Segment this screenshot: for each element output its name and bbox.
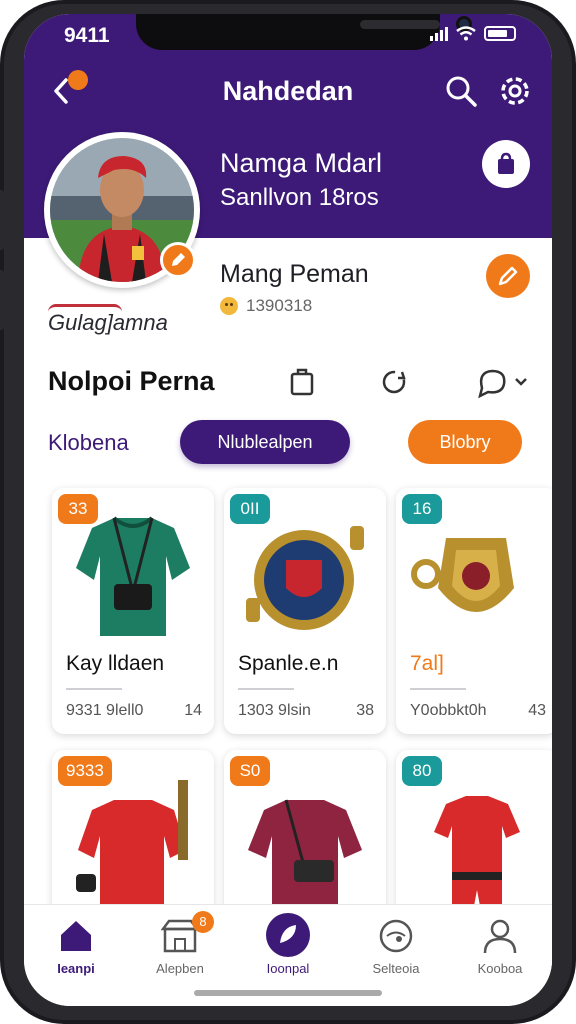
item-card[interactable]: 16 7al] Y0obbkt0h 43	[396, 488, 552, 734]
card-count: 14	[184, 702, 202, 719]
profile-stat: 1390318	[220, 296, 312, 316]
user-icon	[483, 919, 517, 954]
globe-icon	[379, 919, 413, 953]
tab-store[interactable]: 8 Alepben	[132, 905, 228, 995]
refresh-icon[interactable]	[378, 366, 410, 398]
battery-icon	[484, 26, 516, 41]
avatar-edit-button[interactable]	[160, 242, 196, 278]
pencil-icon	[498, 266, 518, 286]
card-badge: 33	[58, 494, 98, 524]
status-icons	[430, 26, 516, 41]
profile-subtitle: Sanllvon 18ros	[220, 184, 379, 211]
divider	[66, 688, 122, 690]
shield-badge-icon	[411, 538, 514, 612]
tab-label: Kooboa	[477, 961, 523, 976]
leaf-icon	[266, 913, 310, 957]
green-jersey-icon	[76, 516, 190, 636]
club-name: Gulag]amna	[48, 310, 168, 335]
card-title: Spanle.e.n	[238, 652, 339, 675]
bag-icon	[498, 152, 514, 174]
card-badge: 80	[402, 756, 442, 786]
card-badge: S0	[230, 756, 270, 786]
filter-chip-active[interactable]: Nlublealpen	[180, 420, 350, 464]
tab-label: Selteoia	[372, 961, 420, 976]
item-card[interactable]: 33 Kay lldaen 9331 9lell0 14	[52, 488, 214, 734]
filter-label: Klobena	[48, 430, 129, 455]
home-indicator[interactable]	[194, 990, 382, 996]
search-icon[interactable]	[444, 74, 478, 108]
card-badge: 9333	[58, 756, 112, 786]
card-badge: 16	[402, 494, 442, 524]
card-badge: 0II	[230, 494, 270, 524]
edit-icon	[172, 253, 185, 266]
profile-display-name: Namga Mdarl	[220, 148, 383, 178]
card-title: 7al]	[410, 652, 444, 675]
divider	[238, 688, 294, 690]
gear-icon[interactable]	[496, 72, 534, 110]
red-kit-icon	[434, 796, 520, 906]
card-meta: Y0obbkt0h	[410, 702, 487, 719]
stat-value: 1390318	[246, 296, 313, 315]
profile-name: Mang Peman	[220, 260, 369, 288]
wifi-icon	[456, 26, 476, 41]
card-title: Kay lldaen	[66, 652, 165, 675]
screen: 9411 Nahdedan Namga Mdarl Sanllvon 18ros…	[24, 14, 552, 1006]
signal-icon	[430, 26, 448, 41]
tab-label: Ieanpi	[57, 961, 95, 976]
phone-frame: 9411 Nahdedan Namga Mdarl Sanllvon 18ros…	[0, 0, 576, 1024]
emoji-icon	[220, 297, 238, 315]
tab-center[interactable]: Ioonpal	[240, 905, 336, 995]
tab-home[interactable]: Ieanpi	[28, 905, 124, 995]
maroon-jersey-icon	[248, 799, 362, 910]
volume-button	[0, 270, 4, 330]
share-button[interactable]	[482, 140, 530, 188]
tab-explore[interactable]: Selteoia	[348, 905, 444, 995]
status-time: 9411	[64, 24, 110, 47]
medal-icon	[246, 526, 364, 630]
tab-label: Ioonpal	[266, 961, 310, 976]
red-jersey-icon	[76, 780, 188, 910]
tab-profile[interactable]: Kooboa	[452, 905, 548, 995]
chat-dropdown-icon[interactable]	[476, 366, 530, 398]
clipboard-icon[interactable]	[286, 366, 318, 398]
divider	[410, 688, 466, 690]
card-count: 38	[356, 702, 374, 719]
tab-label: Alepben	[156, 961, 204, 976]
tab-badge: 8	[192, 911, 214, 933]
card-count: 43	[528, 702, 546, 719]
card-meta: 1303 9lsin	[238, 702, 311, 719]
home-icon	[61, 921, 91, 951]
notch	[136, 14, 472, 50]
item-card[interactable]: 0II Spanle.e.n 1303 9lsin 38	[224, 488, 386, 734]
edit-profile-button[interactable]	[486, 254, 530, 298]
speaker	[360, 20, 440, 29]
volume-button	[0, 190, 4, 250]
filter-chip[interactable]: Blobry	[408, 420, 522, 464]
card-meta: 9331 9lell0	[66, 702, 144, 719]
section-title: Nolpoi Perna	[48, 366, 215, 396]
